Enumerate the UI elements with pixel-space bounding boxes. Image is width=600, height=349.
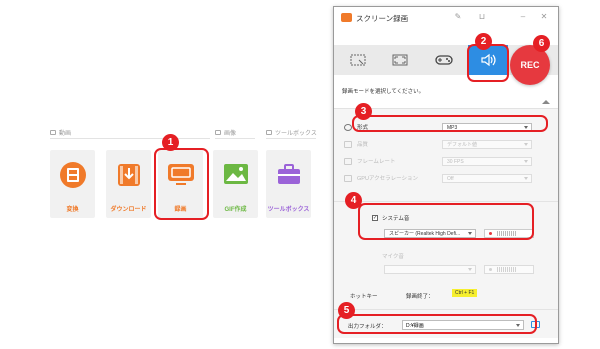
tile-toolbox[interactable]: ツールボックス: [266, 150, 311, 218]
collapse-arrow-icon[interactable]: [542, 100, 550, 104]
chevron-down-icon: [524, 160, 528, 163]
gpu-label: GPUアクセラレーション: [357, 176, 419, 182]
tile-label: GIF作成: [224, 207, 247, 213]
quality-value: デフォルト値: [447, 142, 478, 148]
section-divider: [266, 138, 316, 139]
minimize-button[interactable]: –: [517, 12, 529, 21]
callout-badge: 3: [355, 103, 372, 120]
toolbox-icon: [274, 160, 304, 190]
image-icon: [221, 160, 251, 190]
quality-icon: [344, 140, 352, 148]
tile-convert[interactable]: 変換: [50, 150, 95, 218]
video-section-icon: [50, 130, 56, 135]
tile-label: ツールボックス: [267, 207, 310, 213]
app-icon: [341, 13, 352, 22]
mic-device-select[interactable]: [384, 265, 476, 274]
framerate-row: フレームレート: [344, 156, 395, 166]
tile-gif-maker[interactable]: GIF作成: [213, 150, 258, 218]
gpu-row: GPUアクセラレーション: [344, 173, 418, 183]
download-icon: [114, 160, 144, 190]
gpu-value: Off: [447, 175, 454, 182]
close-button[interactable]: ✕: [538, 12, 550, 21]
divider: [334, 201, 558, 202]
callout-badge: 2: [475, 33, 492, 50]
gamepad-icon: [435, 55, 453, 65]
callout-badge: 4: [345, 192, 362, 209]
quality-row: 品質: [344, 139, 368, 149]
image-section-icon: [215, 130, 221, 135]
highlight-record-tile: [154, 148, 209, 220]
cart-icon[interactable]: ⊔: [476, 12, 488, 21]
tile-label: 変換: [66, 207, 79, 213]
callout-badge: 6: [533, 35, 550, 52]
tile-download[interactable]: ダウンロード: [106, 150, 151, 218]
highlight-output-folder: [337, 314, 537, 334]
highlight-system-audio: [358, 203, 534, 240]
section-toolbox-label: ツールボックス: [275, 131, 317, 137]
tile-label: ダウンロード: [110, 207, 147, 213]
chevron-down-icon: [524, 177, 528, 180]
screen-recorder-window: スクリーン録画 ✎ ⊔ – ✕ REC 録画モードを選択してください。 形式 M…: [333, 6, 559, 344]
quality-select[interactable]: デフォルト値: [442, 140, 532, 149]
mode-region[interactable]: [338, 45, 378, 75]
section-video-header: 動画: [50, 128, 210, 139]
section-divider: [215, 138, 255, 139]
film-icon: [58, 160, 88, 190]
callout-badge: 5: [338, 302, 355, 319]
gpu-select[interactable]: Off: [442, 174, 532, 183]
region-select-icon: [350, 54, 366, 66]
divider: [334, 309, 558, 310]
chevron-down-icon: [468, 268, 472, 271]
title-bar: スクリーン録画 ✎ ⊔ – ✕: [334, 7, 558, 29]
mode-hint: 録画モードを選択してください。: [342, 89, 425, 95]
section-toolbox-header: ツールボックス: [266, 128, 317, 139]
framerate-value: 30 FPS: [447, 158, 464, 165]
mode-game[interactable]: [424, 45, 464, 75]
settings-icon[interactable]: ✎: [452, 12, 464, 21]
section-image-header: 画像: [215, 128, 255, 139]
mode-fullscreen[interactable]: [380, 45, 420, 75]
section-video-label: 動画: [59, 131, 72, 137]
highlight-format: [352, 115, 548, 132]
framerate-label: フレームレート: [357, 159, 396, 165]
mic-row: マイク音: [382, 251, 404, 261]
chevron-down-icon: [524, 143, 528, 146]
framerate-icon: [344, 157, 352, 165]
section-divider: [50, 138, 210, 139]
format-icon: [344, 123, 352, 131]
gpu-icon: [344, 174, 352, 182]
volume-indicator-icon: [489, 268, 492, 271]
window-title: スクリーン録画: [356, 14, 409, 23]
section-image-label: 画像: [224, 131, 237, 137]
hotkey-label: ホットキー: [350, 294, 378, 300]
highlight-audio-mode: [467, 44, 509, 82]
fullscreen-icon: [392, 54, 408, 66]
mic-volume-slider[interactable]: [484, 265, 534, 274]
framerate-select[interactable]: 30 FPS: [442, 157, 532, 166]
mic-label: マイク音: [382, 254, 404, 260]
callout-badge: 1: [162, 134, 179, 151]
toolbox-section-icon: [266, 130, 272, 135]
hotkey-stop-label: 録画終了：: [406, 294, 434, 300]
quality-label: 品質: [357, 142, 369, 148]
hotkey-stop-value[interactable]: Ctrl + F1: [452, 289, 478, 297]
